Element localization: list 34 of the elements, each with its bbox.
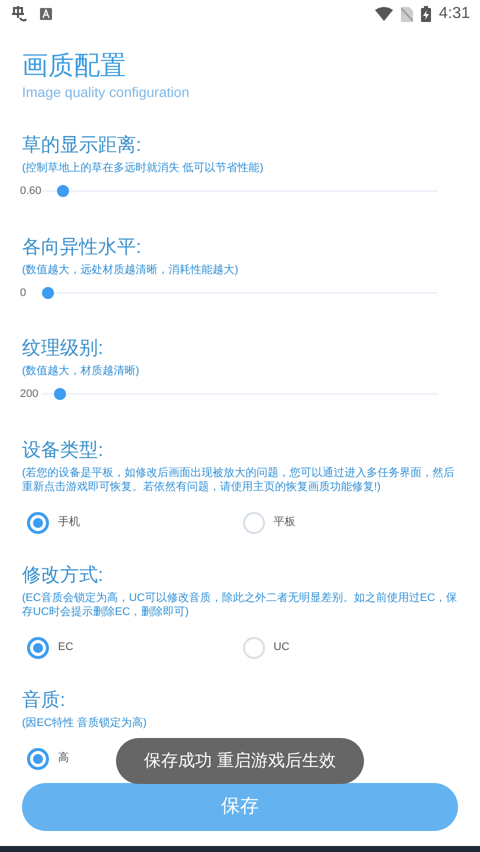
section-title: 纹理级别: bbox=[22, 337, 104, 361]
slider[interactable] bbox=[42, 185, 438, 198]
no-sim-icon bbox=[400, 6, 413, 22]
battery-charging-icon bbox=[420, 6, 431, 22]
radio-option[interactable]: 高 bbox=[27, 748, 69, 770]
slider[interactable] bbox=[42, 286, 438, 299]
page-title: 画质配置 bbox=[22, 49, 127, 82]
radio-option[interactable]: EC bbox=[27, 636, 74, 658]
save-toast: 保存成功 重启游戏后生效 bbox=[116, 738, 364, 784]
keyboard-icon bbox=[40, 8, 52, 20]
slider-thumb[interactable] bbox=[42, 286, 54, 299]
radio-option[interactable]: 平板 bbox=[242, 512, 296, 534]
section-hint: (数值越大，远处材质越清晰，消耗性能越大) bbox=[22, 262, 238, 276]
section-hint: (控制草地上的草在多远时就消失 低可以节省性能) bbox=[22, 161, 264, 175]
section-title: 音质: bbox=[22, 688, 66, 712]
slider-value: 0.60 bbox=[20, 184, 42, 199]
wifi-icon bbox=[374, 7, 393, 21]
section-hint: (因EC特性 音质锁定为高) bbox=[22, 716, 147, 730]
page-subtitle: Image quality configuration bbox=[22, 83, 190, 102]
section-hint: (数值越大，材质越清晰) bbox=[22, 364, 140, 378]
radio-option[interactable]: UC bbox=[242, 636, 290, 658]
slider-thumb[interactable] bbox=[54, 388, 66, 400]
section-title: 设备类型: bbox=[22, 438, 104, 462]
clock-time: 4:31 bbox=[438, 4, 470, 24]
slider-value: 200 bbox=[20, 387, 40, 402]
section-hint: (若您的设备是平板，如修改后画面出现被放大的问题，您可以通过进入多任务界面，然后重新点击游戏即可恢复。若依然有问题，请使用主页的恢复画质功能修复!) bbox=[22, 466, 456, 494]
section-title: 修改方式: bbox=[22, 564, 104, 588]
slider[interactable] bbox=[42, 388, 438, 400]
radio-option[interactable]: 手机 bbox=[27, 512, 80, 534]
slider-value: 0 bbox=[20, 286, 28, 300]
section-title: 草的显示距离: bbox=[22, 134, 142, 158]
section-title: 各向异性水平: bbox=[22, 236, 142, 260]
section-hint: (EC音质会锁定为高，UC可以修改音质，除此之外二者无明显差别。如之前使用过EC，保存UC时会提示删除EC，删除即可) bbox=[22, 590, 458, 618]
slider-thumb[interactable] bbox=[57, 185, 70, 198]
